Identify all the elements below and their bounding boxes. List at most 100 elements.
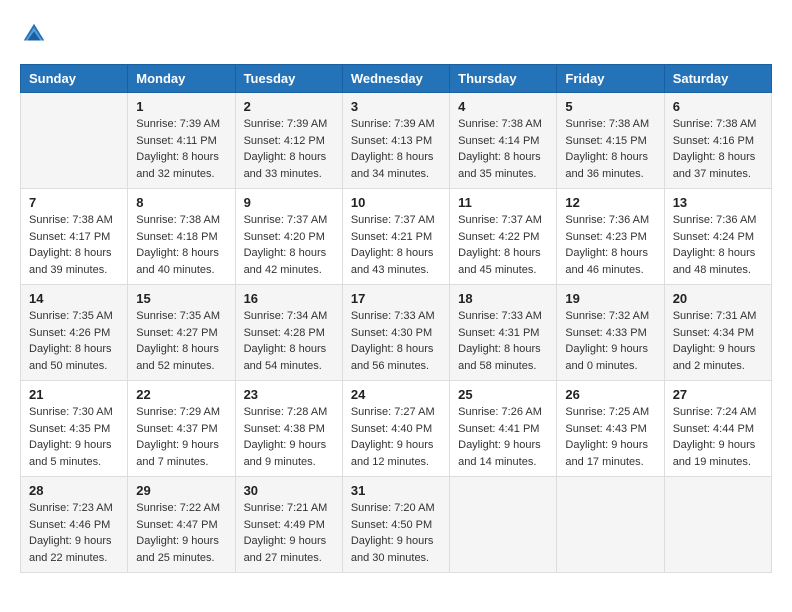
day-number: 30 [244, 483, 334, 498]
day-number: 8 [136, 195, 226, 210]
calendar-cell: 22 Sunrise: 7:29 AM Sunset: 4:37 PM Dayli… [128, 381, 235, 477]
day-number: 26 [565, 387, 655, 402]
cell-info: Sunrise: 7:38 AM Sunset: 4:18 PM Dayligh… [136, 212, 226, 278]
day-number: 11 [458, 195, 548, 210]
cell-info: Sunrise: 7:37 AM Sunset: 4:22 PM Dayligh… [458, 212, 548, 278]
day-number: 29 [136, 483, 226, 498]
calendar-cell: 12 Sunrise: 7:36 AM Sunset: 4:23 PM Dayli… [557, 189, 664, 285]
cell-info: Sunrise: 7:20 AM Sunset: 4:50 PM Dayligh… [351, 500, 441, 566]
day-number: 2 [244, 99, 334, 114]
calendar-row: 14Sunrise: 7:35 AM Sunset: 4:26 PM Dayli… [21, 285, 772, 381]
calendar-cell [664, 477, 771, 573]
day-number: 18 [458, 291, 548, 306]
calendar-cell: 21 Sunrise: 7:30 AM Sunset: 4:35 PM Dayli… [21, 381, 128, 477]
calendar-cell: 4 Sunrise: 7:38 AM Sunset: 4:14 PM Daylig… [450, 93, 557, 189]
day-number: 21 [29, 387, 119, 402]
day-number: 9 [244, 195, 334, 210]
day-number: 1 [136, 99, 226, 114]
day-number: 4 [458, 99, 548, 114]
cell-info: Sunrise: 7:31 AM Sunset: 4:34 PM Dayligh… [673, 308, 763, 374]
day-number: 13 [673, 195, 763, 210]
calendar-cell: 5 Sunrise: 7:38 AM Sunset: 4:15 PM Daylig… [557, 93, 664, 189]
calendar-cell: 11 Sunrise: 7:37 AM Sunset: 4:22 PM Dayli… [450, 189, 557, 285]
cell-info: Sunrise: 7:39 AM Sunset: 4:11 PM Dayligh… [136, 116, 226, 182]
calendar-cell: 1 Sunrise: 7:39 AM Sunset: 4:11 PM Daylig… [128, 93, 235, 189]
calendar-cell: 18 Sunrise: 7:33 AM Sunset: 4:31 PM Dayli… [450, 285, 557, 381]
cell-info: Sunrise: 7:21 AM Sunset: 4:49 PM Dayligh… [244, 500, 334, 566]
cell-info: Sunrise: 7:33 AM Sunset: 4:31 PM Dayligh… [458, 308, 548, 374]
day-number: 25 [458, 387, 548, 402]
calendar-cell: 16 Sunrise: 7:34 AM Sunset: 4:28 PM Dayli… [235, 285, 342, 381]
page-header [20, 20, 772, 48]
cell-info: Sunrise: 7:35 AM Sunset: 4:26 PM Dayligh… [29, 308, 119, 374]
calendar-cell: 23Sunrise: 7:28 AM Sunset: 4:38 PM Dayli… [235, 381, 342, 477]
calendar-cell: 24Sunrise: 7:27 AM Sunset: 4:40 PM Dayli… [342, 381, 449, 477]
cell-info: Sunrise: 7:36 AM Sunset: 4:23 PM Dayligh… [565, 212, 655, 278]
day-number: 17 [351, 291, 441, 306]
weekday-header-thursday: Thursday [450, 65, 557, 93]
day-number: 5 [565, 99, 655, 114]
cell-info: Sunrise: 7:34 AM Sunset: 4:28 PM Dayligh… [244, 308, 334, 374]
weekday-header-monday: Monday [128, 65, 235, 93]
calendar-cell: 29 Sunrise: 7:22 AM Sunset: 4:47 PM Dayli… [128, 477, 235, 573]
day-number: 22 [136, 387, 226, 402]
day-number: 19 [565, 291, 655, 306]
cell-info: Sunrise: 7:33 AM Sunset: 4:30 PM Dayligh… [351, 308, 441, 374]
weekday-header-friday: Friday [557, 65, 664, 93]
calendar-cell: 7 Sunrise: 7:38 AM Sunset: 4:17 PM Daylig… [21, 189, 128, 285]
day-number: 7 [29, 195, 119, 210]
cell-info: Sunrise: 7:36 AM Sunset: 4:24 PM Dayligh… [673, 212, 763, 278]
calendar-cell: 27 Sunrise: 7:24 AM Sunset: 4:44 PM Dayli… [664, 381, 771, 477]
calendar-cell: 28Sunrise: 7:23 AM Sunset: 4:46 PM Dayli… [21, 477, 128, 573]
cell-info: Sunrise: 7:37 AM Sunset: 4:21 PM Dayligh… [351, 212, 441, 278]
cell-info: Sunrise: 7:29 AM Sunset: 4:37 PM Dayligh… [136, 404, 226, 470]
calendar-cell: 9Sunrise: 7:37 AM Sunset: 4:20 PM Daylig… [235, 189, 342, 285]
day-number: 6 [673, 99, 763, 114]
weekday-header-tuesday: Tuesday [235, 65, 342, 93]
cell-info: Sunrise: 7:39 AM Sunset: 4:13 PM Dayligh… [351, 116, 441, 182]
calendar-cell: 10 Sunrise: 7:37 AM Sunset: 4:21 PM Dayli… [342, 189, 449, 285]
calendar-cell [450, 477, 557, 573]
cell-info: Sunrise: 7:25 AM Sunset: 4:43 PM Dayligh… [565, 404, 655, 470]
calendar-row: 1 Sunrise: 7:39 AM Sunset: 4:11 PM Daylig… [21, 93, 772, 189]
day-number: 24 [351, 387, 441, 402]
cell-info: Sunrise: 7:22 AM Sunset: 4:47 PM Dayligh… [136, 500, 226, 566]
cell-info: Sunrise: 7:39 AM Sunset: 4:12 PM Dayligh… [244, 116, 334, 182]
calendar-cell: 20Sunrise: 7:31 AM Sunset: 4:34 PM Dayli… [664, 285, 771, 381]
calendar-row: 7 Sunrise: 7:38 AM Sunset: 4:17 PM Daylig… [21, 189, 772, 285]
calendar-cell: 13 Sunrise: 7:36 AM Sunset: 4:24 PM Dayli… [664, 189, 771, 285]
cell-info: Sunrise: 7:32 AM Sunset: 4:33 PM Dayligh… [565, 308, 655, 374]
calendar-cell: 17 Sunrise: 7:33 AM Sunset: 4:30 PM Dayli… [342, 285, 449, 381]
weekday-header-sunday: Sunday [21, 65, 128, 93]
weekday-header-wednesday: Wednesday [342, 65, 449, 93]
logo-icon [20, 20, 48, 48]
calendar-cell: 2 Sunrise: 7:39 AM Sunset: 4:12 PM Daylig… [235, 93, 342, 189]
calendar-table: SundayMondayTuesdayWednesdayThursdayFrid… [20, 64, 772, 573]
cell-info: Sunrise: 7:38 AM Sunset: 4:14 PM Dayligh… [458, 116, 548, 182]
cell-info: Sunrise: 7:26 AM Sunset: 4:41 PM Dayligh… [458, 404, 548, 470]
day-number: 3 [351, 99, 441, 114]
calendar-cell: 8 Sunrise: 7:38 AM Sunset: 4:18 PM Daylig… [128, 189, 235, 285]
day-number: 10 [351, 195, 441, 210]
cell-info: Sunrise: 7:24 AM Sunset: 4:44 PM Dayligh… [673, 404, 763, 470]
calendar-cell [557, 477, 664, 573]
cell-info: Sunrise: 7:30 AM Sunset: 4:35 PM Dayligh… [29, 404, 119, 470]
cell-info: Sunrise: 7:38 AM Sunset: 4:16 PM Dayligh… [673, 116, 763, 182]
day-number: 31 [351, 483, 441, 498]
logo [20, 20, 52, 48]
day-number: 16 [244, 291, 334, 306]
calendar-row: 28Sunrise: 7:23 AM Sunset: 4:46 PM Dayli… [21, 477, 772, 573]
cell-info: Sunrise: 7:38 AM Sunset: 4:17 PM Dayligh… [29, 212, 119, 278]
day-number: 15 [136, 291, 226, 306]
day-number: 12 [565, 195, 655, 210]
calendar-cell: 15Sunrise: 7:35 AM Sunset: 4:27 PM Dayli… [128, 285, 235, 381]
calendar-cell: 14Sunrise: 7:35 AM Sunset: 4:26 PM Dayli… [21, 285, 128, 381]
calendar-cell: 26 Sunrise: 7:25 AM Sunset: 4:43 PM Dayli… [557, 381, 664, 477]
calendar-cell: 3 Sunrise: 7:39 AM Sunset: 4:13 PM Daylig… [342, 93, 449, 189]
calendar-cell: 25 Sunrise: 7:26 AM Sunset: 4:41 PM Dayli… [450, 381, 557, 477]
calendar-cell: 19 Sunrise: 7:32 AM Sunset: 4:33 PM Dayli… [557, 285, 664, 381]
day-number: 27 [673, 387, 763, 402]
calendar-cell: 6 Sunrise: 7:38 AM Sunset: 4:16 PM Daylig… [664, 93, 771, 189]
cell-info: Sunrise: 7:38 AM Sunset: 4:15 PM Dayligh… [565, 116, 655, 182]
weekday-header-saturday: Saturday [664, 65, 771, 93]
